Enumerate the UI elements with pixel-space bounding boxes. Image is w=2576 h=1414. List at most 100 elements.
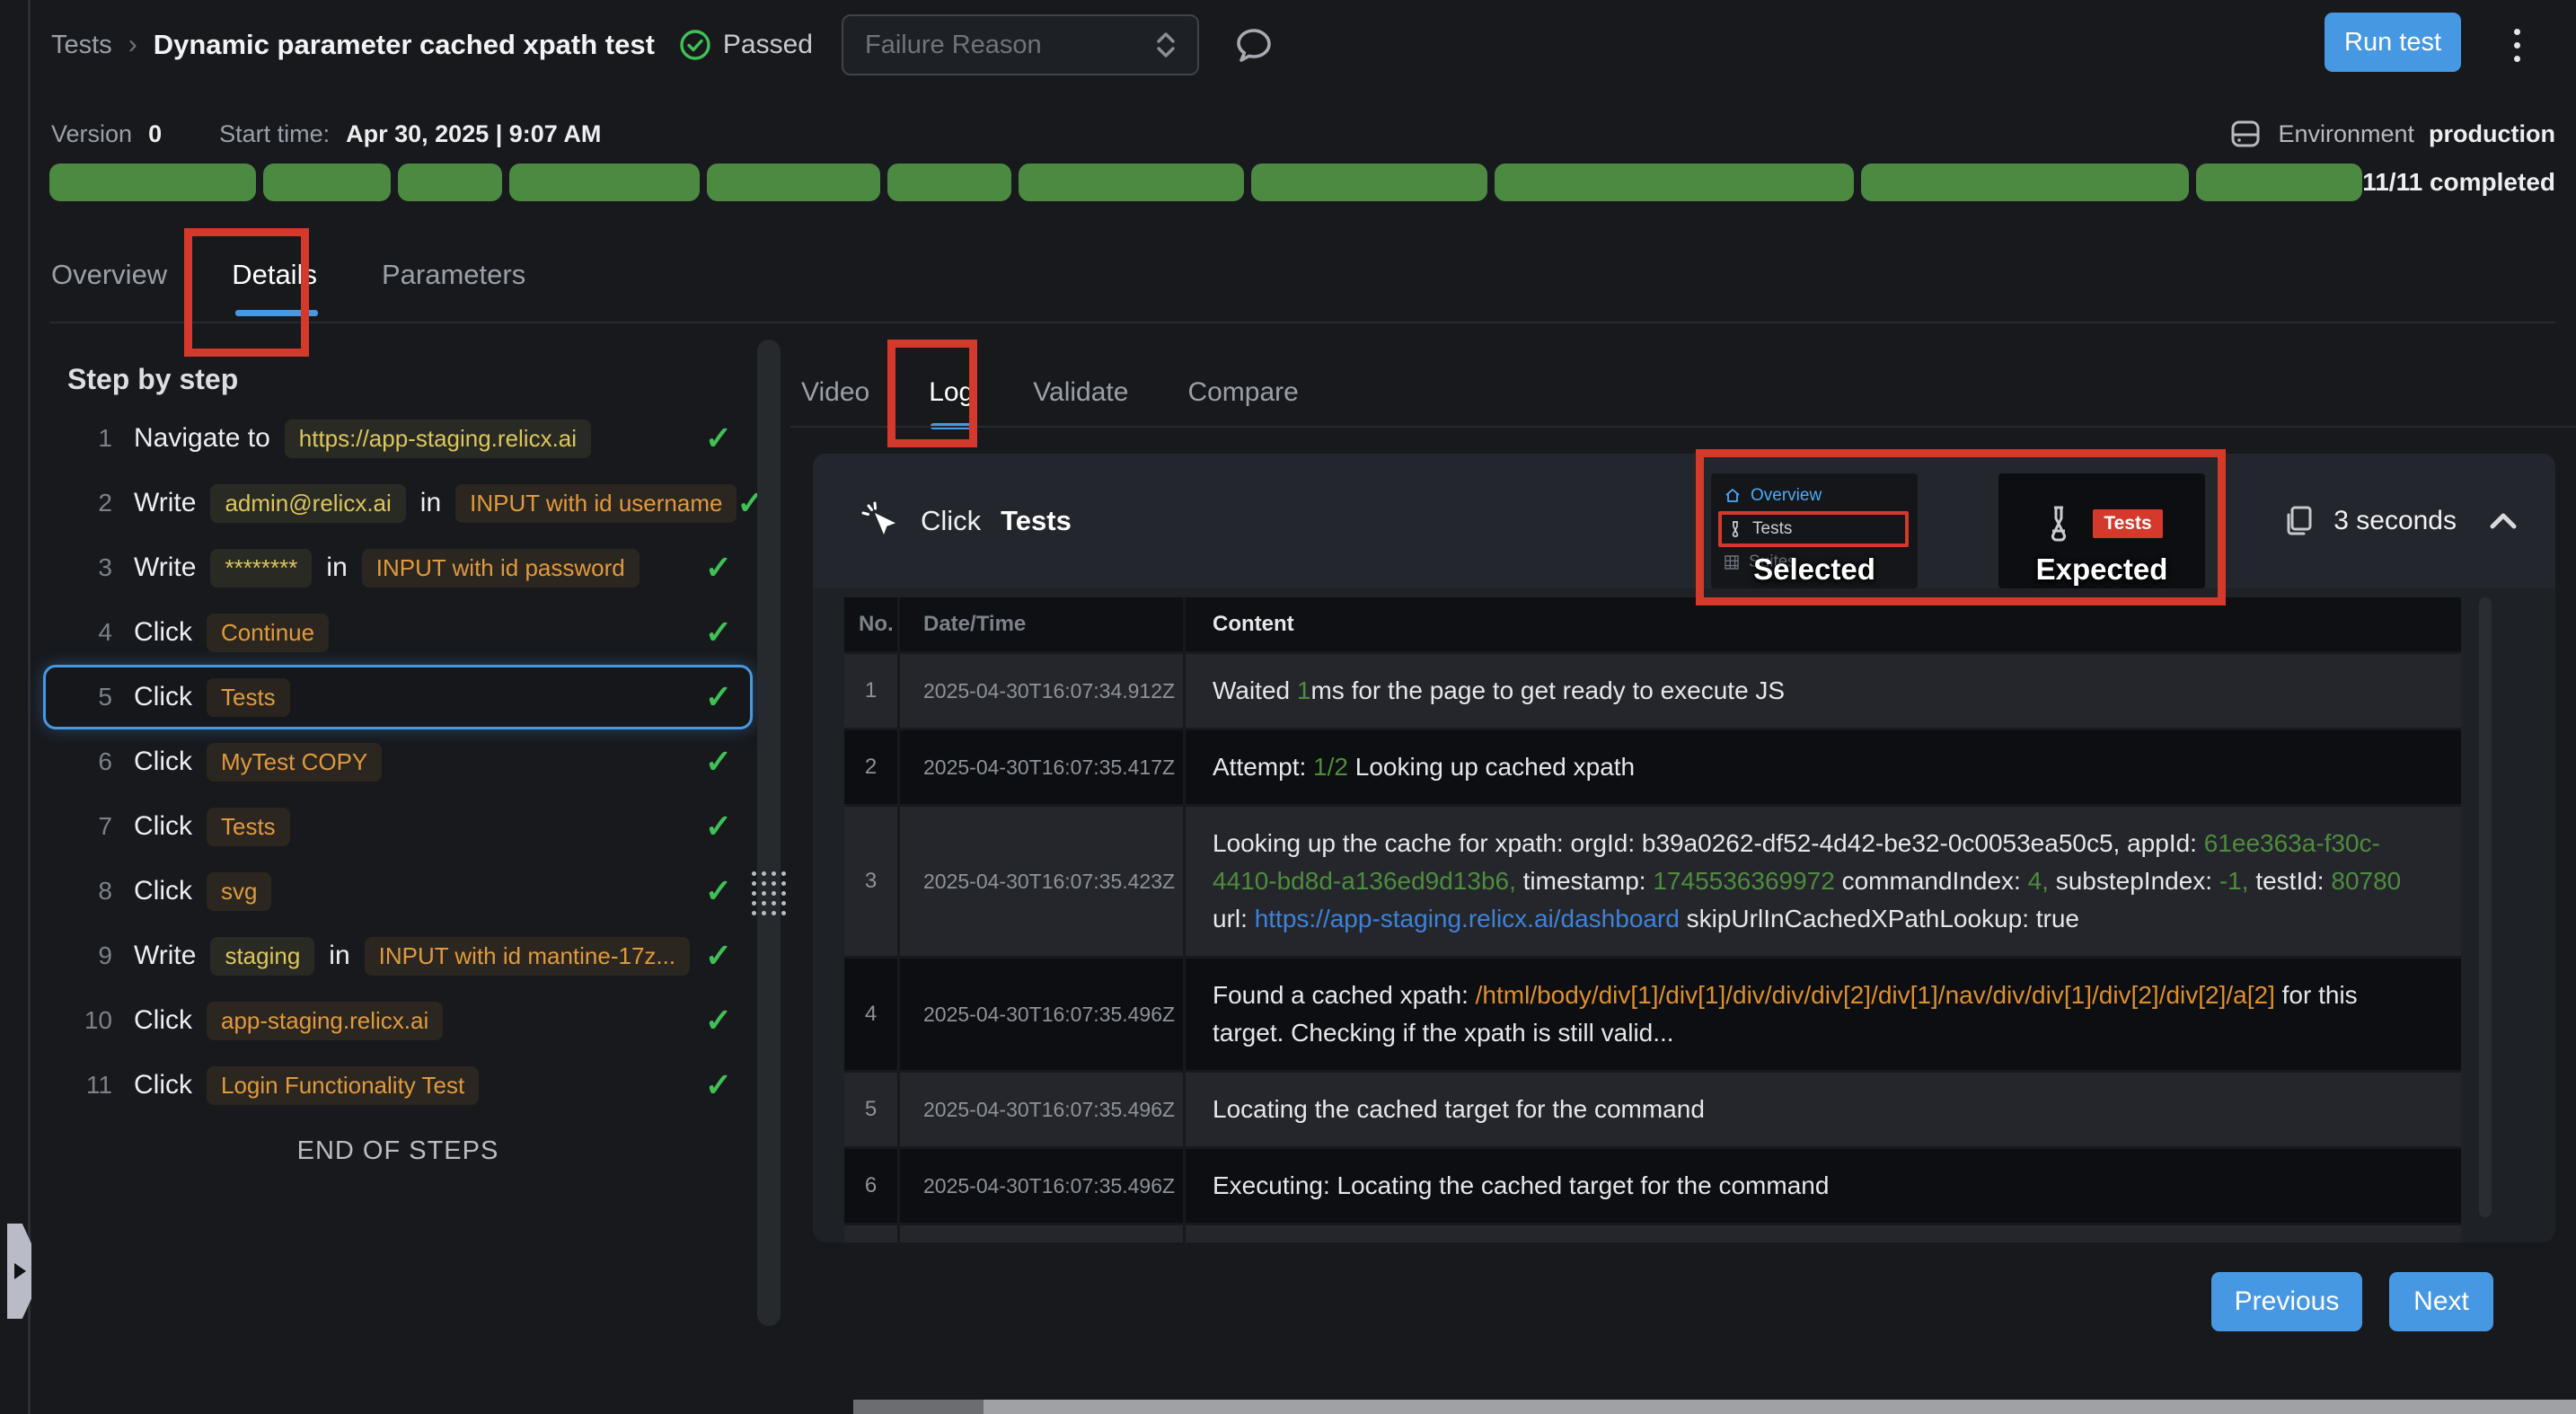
log-row-text: Looking up the cache for xpath: orgId: b… [1213, 825, 2434, 938]
step-target-chip: Tests [207, 678, 290, 717]
step-target-chip: app-staging.relicx.ai [207, 1002, 443, 1040]
test-run-details-page: Tests › Dynamic parameter cached xpath t… [0, 0, 2576, 1414]
step-action-label: Click [134, 682, 192, 712]
step-success-check-icon: ✓ [705, 808, 732, 845]
selected-screenshot-thumbnail[interactable]: OverviewTestsSuites Selected [1711, 473, 1918, 588]
next-button[interactable]: Next [2389, 1272, 2493, 1331]
tab-overview[interactable]: Overview [51, 259, 167, 314]
step-row[interactable]: 5 Click Tests ✓ [43, 665, 753, 729]
right-triangle-icon [14, 1263, 26, 1279]
log-row-content: Found a cached xpath: /html/body/div[1]/… [1186, 959, 2461, 1070]
selected-caption: Selected [1711, 552, 1918, 587]
step-row[interactable]: 10Clickapp-staging.relicx.ai✓ [43, 988, 753, 1053]
step-success-check-icon: ✓ [705, 872, 732, 910]
step-row[interactable]: 2Writeadmin@relicx.aiinINPUT with id use… [43, 471, 753, 535]
progress-segment [398, 163, 503, 201]
collapse-chevron-icon[interactable] [2487, 510, 2519, 532]
log-row-content: Waited 1ms for the page to get ready to … [1186, 654, 2461, 728]
progress-segment [1861, 163, 2189, 201]
step-success-check-icon: ✓ [705, 1066, 732, 1104]
log-tabs-divider [790, 426, 2576, 428]
step-row[interactable]: 7ClickTests✓ [43, 794, 753, 859]
progress-segment [49, 163, 256, 201]
duration-value: 3 seconds [2333, 506, 2457, 536]
drag-handle-icon [752, 871, 786, 915]
log-tab-video[interactable]: Video [801, 377, 869, 429]
step-number: 1 [71, 424, 112, 453]
step-value-chip: ******** [210, 549, 312, 588]
steps-list: 1Navigate tohttps://app-staging.relicx.a… [43, 406, 753, 1184]
step-action-label: Click [134, 876, 192, 906]
breadcrumb-tests[interactable]: Tests [51, 31, 112, 60]
step-row[interactable]: 6ClickMyTest COPY✓ [43, 729, 753, 794]
log-tab-validate[interactable]: Validate [1033, 377, 1128, 429]
log-tab-compare[interactable]: Compare [1187, 377, 1298, 429]
progress-segment [707, 163, 880, 201]
step-action-label: Write [134, 552, 196, 583]
step-target-chip: INPUT with id password [362, 549, 640, 588]
progress-count: 11/11 completed [2362, 168, 2555, 197]
mini-nav-item-overview: Overview [1724, 481, 1909, 511]
step-action-label: Click [134, 617, 192, 648]
log-row-number: 2 [844, 730, 900, 804]
horizontal-scrollbar-thumb[interactable] [853, 1400, 984, 1414]
progress-row: 11/11 completed [49, 163, 2555, 201]
log-row-number: 4 [844, 959, 900, 1070]
step-row[interactable]: 1Navigate tohttps://app-staging.relicx.a… [43, 406, 753, 471]
step-number: 8 [71, 877, 112, 906]
step-number: 2 [71, 489, 112, 517]
expected-target-label: Tests [2093, 509, 2162, 538]
comment-icon[interactable] [1231, 22, 1276, 67]
log-table: No.Date/TimeContent12025-04-30T16:07:34.… [844, 597, 2461, 1242]
log-row-content: Executing: Locating the cached target fo… [1186, 1149, 2461, 1223]
command-title: Click Tests [860, 454, 1072, 588]
step-row[interactable]: 9WritestaginginINPUT with id mantine-17z… [43, 924, 753, 988]
col-no: No. [844, 597, 900, 651]
log-table-scrollbar[interactable] [2479, 597, 2492, 1217]
step-row[interactable]: 8Clicksvg✓ [43, 859, 753, 924]
step-target-chip: INPUT with id username [455, 484, 737, 523]
progress-segment [509, 163, 699, 201]
step-number: 7 [71, 812, 112, 841]
command-action-label: Click [921, 505, 981, 537]
more-options-icon[interactable] [2499, 22, 2535, 68]
progress-segment [1019, 163, 1244, 201]
failure-reason-select[interactable]: Failure Reason [842, 14, 1199, 75]
tabs-divider [49, 322, 2555, 323]
step-row[interactable]: 3Write********inINPUT with id password✓ [43, 535, 753, 600]
step-value-chip: staging [210, 937, 314, 976]
expand-drawer-toggle[interactable] [7, 1224, 31, 1319]
step-target-chip: INPUT with id mantine-17z... [365, 937, 690, 976]
log-tab-log[interactable]: Log [929, 377, 974, 429]
col-datetime: Date/Time [900, 597, 1186, 651]
status-label: Passed [723, 30, 813, 60]
step-success-check-icon: ✓ [705, 1002, 732, 1039]
panel-resizer-scrollbar[interactable] [757, 340, 781, 1326]
step-connector: in [329, 941, 349, 971]
top-bar: Tests › Dynamic parameter cached xpath t… [51, 13, 2549, 77]
run-test-button[interactable]: Run test [2325, 13, 2461, 72]
progress-segment [2196, 163, 2362, 201]
copy-icon[interactable] [2283, 504, 2314, 538]
end-of-steps-label: END OF STEPS [43, 1118, 753, 1184]
step-row[interactable]: 11ClickLogin Functionality Test✓ [43, 1053, 753, 1118]
step-number: 5 [71, 683, 112, 711]
log-row-text: Attempt: 1/2 Looking up cached xpath [1213, 748, 1635, 786]
tab-parameters[interactable]: Parameters [382, 259, 525, 314]
expected-screenshot-thumbnail[interactable]: Tests Expected [1998, 473, 2205, 588]
main-tabs: Overview Details Parameters [51, 259, 525, 314]
mini-nav-label: Tests [1752, 519, 1792, 539]
log-row-timestamp: 2025-04-30T16:07:35.496Z [900, 1073, 1186, 1146]
log-row-number: 5 [844, 1073, 900, 1146]
log-row: 62025-04-30T16:07:35.496ZExecuting: Loca… [844, 1149, 2461, 1225]
log-table-header: No.Date/TimeContent [844, 597, 2461, 654]
tab-details[interactable]: Details [232, 259, 317, 314]
log-row-content: Looking up the cache for xpath: orgId: b… [1186, 807, 2461, 956]
horizontal-scrollbar[interactable] [853, 1400, 2576, 1414]
step-row[interactable]: 4ClickContinue✓ [43, 600, 753, 665]
step-number: 6 [71, 747, 112, 776]
environment-value: production [2429, 120, 2555, 148]
step-success-check-icon: ✓ [705, 420, 732, 457]
step-success-check-icon: ✓ [705, 678, 732, 716]
previous-button[interactable]: Previous [2211, 1272, 2362, 1331]
